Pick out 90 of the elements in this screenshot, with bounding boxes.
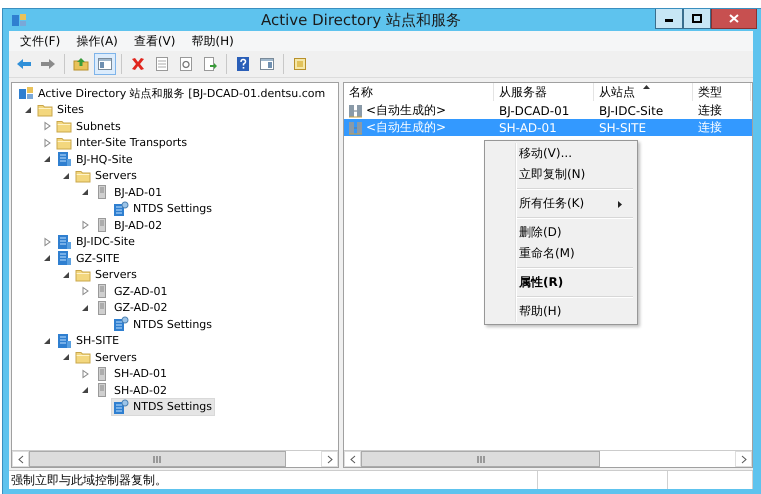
- context-menu-item[interactable]: 帮助(H): [487, 301, 635, 322]
- grip-icon: [153, 454, 162, 464]
- status-text: 强制立即与此域控制器复制。: [11, 472, 167, 488]
- table-cell: SH-AD-01: [499, 120, 557, 134]
- console-tree-icon: [97, 56, 113, 72]
- delete-icon: [130, 56, 146, 72]
- minimize-button[interactable]: [655, 9, 683, 29]
- grip-icon: [476, 454, 485, 464]
- ntds-settings-icon: [113, 398, 129, 415]
- table-cell: <自动生成的>: [366, 102, 446, 119]
- folder-icon: [56, 118, 72, 134]
- tree-item[interactable]: Active Directory 站点和服务 [BJ-DCAD-01.dentsu.com: [38, 86, 326, 101]
- tree-item[interactable]: GZ-AD-01: [114, 284, 168, 298]
- table-cell: <自动生成的>: [366, 119, 446, 136]
- horizontal-scrollbar[interactable]: [12, 450, 338, 467]
- context-menu-item[interactable]: 属性(R): [487, 272, 635, 293]
- tree-item[interactable]: Inter-Site Transports: [76, 136, 188, 150]
- export-list-icon: [202, 56, 218, 72]
- table-cell: SH-SITE: [599, 120, 646, 134]
- tree-item[interactable]: BJ-AD-02: [114, 218, 162, 232]
- site-icon: [56, 234, 72, 250]
- table-cell: 连接: [698, 102, 722, 119]
- site-icon: [56, 151, 72, 168]
- connection-icon: [348, 102, 363, 118]
- menu-item[interactable]: 查看(V): [128, 32, 180, 50]
- submenu-arrow-icon: [617, 200, 623, 209]
- table-cell: BJ-IDC-Site: [599, 104, 664, 118]
- tree-item[interactable]: Servers: [95, 350, 137, 364]
- tree-item[interactable]: Servers: [95, 169, 137, 182]
- menu-item[interactable]: 帮助(H): [186, 32, 239, 50]
- scroll-right-icon[interactable]: [740, 454, 748, 464]
- expand-arrow-icon[interactable]: [42, 136, 52, 149]
- column-header[interactable]: 类型: [693, 83, 751, 101]
- expand-arrow-icon[interactable]: [42, 120, 52, 132]
- app-icon: [11, 12, 27, 28]
- action-pane-icon: [259, 56, 275, 72]
- tree-item[interactable]: SH-AD-01: [114, 367, 167, 380]
- help-icon: [235, 56, 251, 72]
- tree-item[interactable]: NTDS Settings: [133, 318, 212, 331]
- tree-item[interactable]: Sites: [57, 103, 84, 116]
- scroll-right-icon[interactable]: [326, 454, 334, 464]
- column-header[interactable]: 从服务器: [494, 83, 594, 101]
- context-menu-item[interactable]: 重命名(M): [487, 243, 635, 264]
- window-title: Active Directory 站点和服务: [260, 10, 462, 30]
- scroll-left-icon[interactable]: [348, 454, 356, 464]
- snap-in-icon: [292, 56, 308, 72]
- site-icon: [56, 332, 72, 349]
- ntds-settings-icon: [113, 200, 129, 217]
- tree-item[interactable]: Servers: [95, 268, 137, 282]
- tree-item[interactable]: Subnets: [76, 120, 121, 133]
- tree-item[interactable]: NTDS Settings: [133, 202, 212, 216]
- back-arrow-icon: [16, 56, 32, 72]
- menu-item[interactable]: 操作(A): [71, 32, 123, 50]
- close-icon: [729, 14, 739, 23]
- tree-item[interactable]: GZ-AD-02: [114, 301, 168, 314]
- expand-arrow-icon[interactable]: [80, 368, 90, 380]
- context-menu-item[interactable]: 立即复制(N): [487, 164, 635, 185]
- scroll-left-icon[interactable]: [16, 454, 24, 464]
- tree-item[interactable]: BJ-IDC-Site: [76, 235, 135, 248]
- expand-arrow-icon[interactable]: [80, 285, 90, 298]
- column-header[interactable]: 从站点: [594, 83, 693, 101]
- site-icon: [56, 250, 72, 266]
- properties-icon: [154, 56, 170, 72]
- maximize-button[interactable]: [683, 9, 711, 29]
- table-cell: BJ-DCAD-01: [499, 104, 570, 118]
- close-button[interactable]: [711, 9, 757, 29]
- horizontal-scrollbar[interactable]: [344, 450, 752, 467]
- folder-icon: [75, 349, 91, 366]
- ntds-settings-icon: [113, 316, 129, 332]
- context-menu-item[interactable]: 所有任务(K): [487, 193, 635, 214]
- connection-icon: [348, 120, 363, 136]
- tree-item[interactable]: SH-AD-02: [114, 384, 167, 397]
- tree-item[interactable]: GZ-SITE: [76, 252, 120, 265]
- refresh-icon: [178, 56, 194, 72]
- column-header[interactable]: 名称: [344, 83, 494, 101]
- table-cell: 连接: [698, 119, 722, 136]
- tree-item[interactable]: SH-SITE: [76, 334, 120, 348]
- list-row[interactable]: <自动生成的> BJ-DCAD-01 BJ-IDC-Site 连接: [344, 102, 752, 119]
- console-tree-button[interactable]: [94, 53, 116, 75]
- menu-item[interactable]: 文件(F): [15, 32, 66, 50]
- forward-arrow-icon: [40, 56, 56, 72]
- context-menu-item[interactable]: 移动(V)...: [487, 143, 635, 164]
- directory-icon: [18, 85, 34, 102]
- expand-arrow-icon[interactable]: [80, 219, 90, 232]
- folder-up-icon: [73, 56, 89, 72]
- maximize-icon: [692, 14, 702, 23]
- tree-item[interactable]: BJ-HQ-Site: [76, 152, 133, 166]
- context-menu-item[interactable]: 删除(D): [487, 222, 635, 243]
- expand-arrow-icon[interactable]: [42, 236, 52, 248]
- tree-item[interactable]: BJ-AD-01: [114, 186, 162, 199]
